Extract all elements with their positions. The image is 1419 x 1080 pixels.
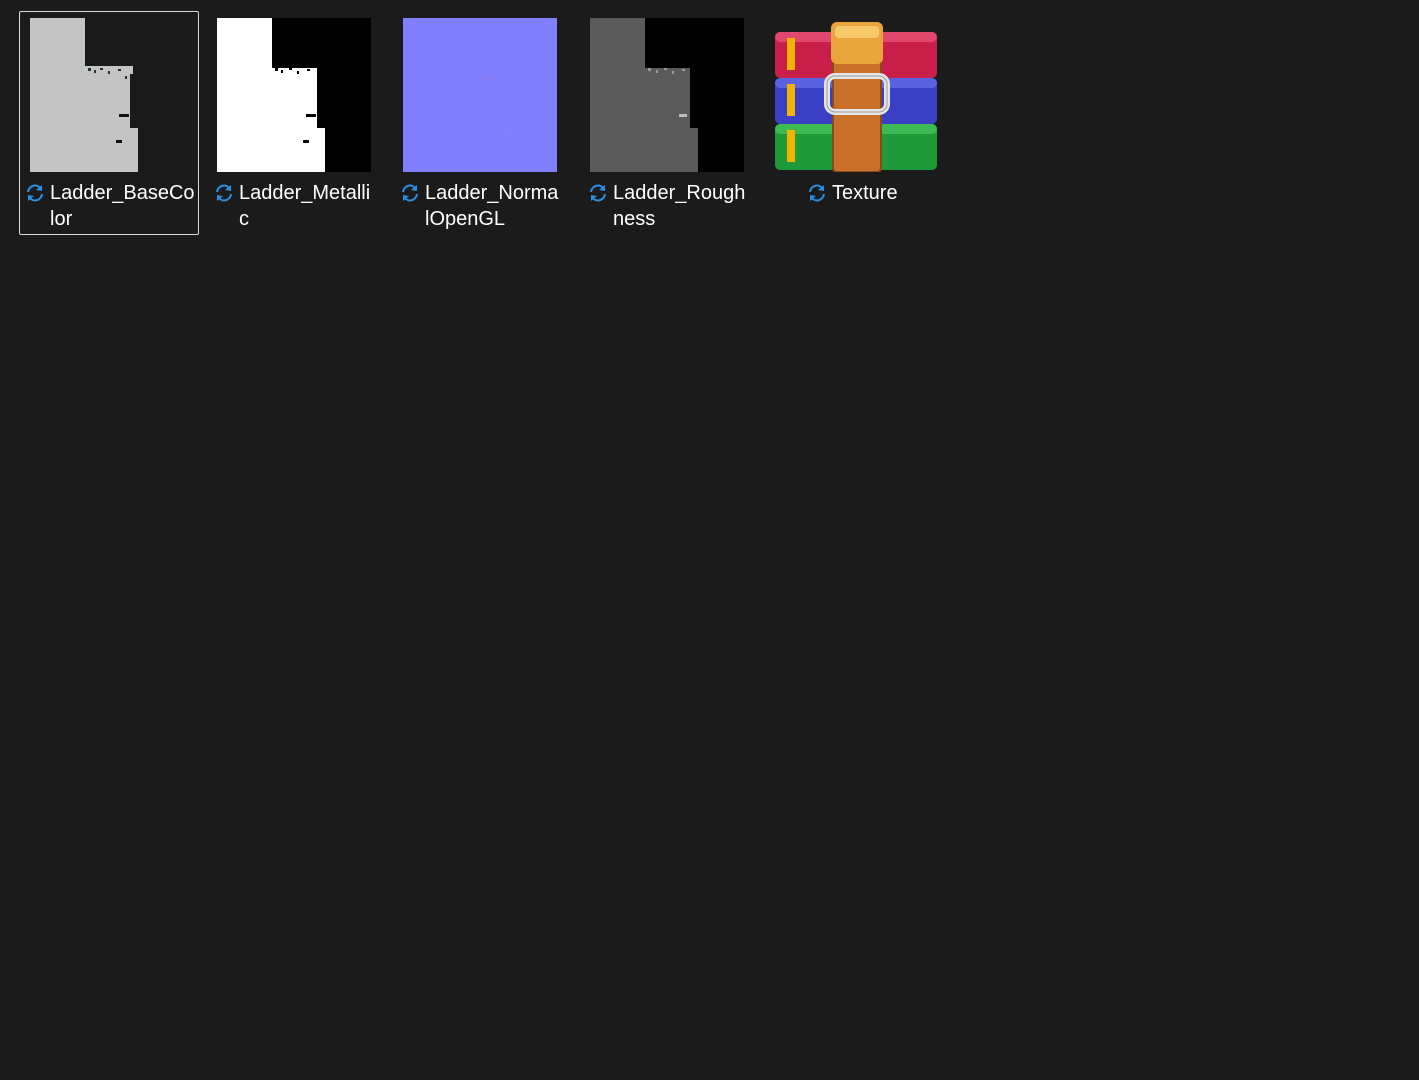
sync-icon [809,184,825,202]
sync-icon [590,184,606,202]
sync-icon [27,184,43,202]
basecolor-thumbnail [30,18,184,172]
file-item-ladder-normalopengl[interactable]: Ladder_Norma lOpenGL [393,11,573,235]
file-item-texture-archive[interactable]: Texture [767,11,945,235]
sync-icon [216,184,232,202]
file-name-label: Ladder_Norma lOpenGL [425,182,559,230]
file-explorer-content-view[interactable]: Ladder_BaseCo lor Ladder_Metalli c Ladde… [0,0,1419,1080]
file-name-label: Texture [832,182,898,204]
metallic-thumbnail [217,18,371,172]
winrar-archive-icon [773,18,939,172]
normal-map-thumbnail [403,18,557,172]
file-name-label: Ladder_Rough ness [613,182,746,230]
file-item-ladder-metallic[interactable]: Ladder_Metalli c [207,11,387,235]
file-name-label: Ladder_Metalli c [239,182,371,230]
roughness-thumbnail [590,18,744,172]
file-name-label: Ladder_BaseCo lor [50,182,195,230]
sync-icon [402,184,418,202]
file-item-ladder-basecolor[interactable]: Ladder_BaseCo lor [19,11,199,235]
file-item-ladder-roughness[interactable]: Ladder_Rough ness [580,11,760,235]
